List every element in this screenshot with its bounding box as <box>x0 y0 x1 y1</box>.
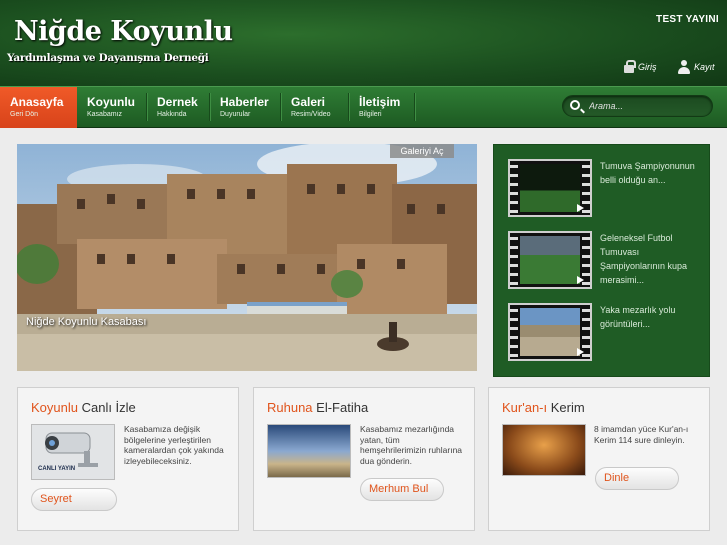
box-title-rest: Canlı İzle <box>77 400 136 415</box>
nav-label: Haberler <box>220 95 269 109</box>
login-label: Giriş <box>638 61 657 72</box>
quran-image <box>502 424 586 476</box>
nav-label: Anasayfa <box>10 95 64 109</box>
nav-sublabel: Kasabamız <box>87 111 123 118</box>
register-label: Kayıt <box>694 62 715 72</box>
nav-sublabel: Duyurular <box>220 111 251 118</box>
video-item[interactable]: Tumuva Şampiyonunun belli olduğu an... <box>508 159 698 219</box>
video-thumbnail <box>508 159 592 217</box>
nav-sublabel: Bilgileri <box>359 111 382 118</box>
test-broadcast-label: TEST YAYINI <box>656 14 719 25</box>
prayer-image <box>267 424 351 478</box>
nav-item-galeri[interactable]: Galeri Resim/Video <box>281 87 349 128</box>
open-gallery-button[interactable]: Galeriyi Aç <box>390 144 454 158</box>
box-description: Kasabamıza değişik bölgelerine yerleştir… <box>124 424 224 466</box>
play-icon <box>577 276 584 284</box>
nav-divider <box>414 93 415 121</box>
nav-item-anasayfa[interactable]: Anasayfa Geri Dön <box>0 87 77 128</box>
hero-caption: Niğde Koyunlu Kasabası <box>26 316 147 328</box>
nav-label: Koyunlu <box>87 95 135 109</box>
nav-item-haberler[interactable]: Haberler Duyurular <box>210 87 281 128</box>
box-title-accent: Kur'an-ı <box>502 400 548 415</box>
nav-item-dernek[interactable]: Dernek Hakkında <box>147 87 210 128</box>
nav-label: Dernek <box>157 95 198 109</box>
video-title: Yaka mezarlık yolu görüntüleri... <box>600 305 676 329</box>
hero-image <box>17 144 477 371</box>
play-icon <box>577 204 584 212</box>
find-deceased-button[interactable]: Merhum Bul <box>360 478 444 501</box>
nav-sublabel: Hakkında <box>157 111 187 118</box>
video-item[interactable]: Yaka mezarlık yolu görüntüleri... <box>508 303 698 363</box>
listen-button[interactable]: Dinle <box>595 467 679 490</box>
video-thumbnail <box>508 231 592 289</box>
site-header: Niğde Koyunlu Yardımlaşma ve Dayanışma D… <box>0 0 727 86</box>
camera-image: CANLI YAYIN <box>31 424 115 480</box>
nav-label: Galeri <box>291 95 326 109</box>
nav-sublabel: Geri Dön <box>10 111 39 118</box>
box-title-rest: El-Fatiha <box>312 400 369 415</box>
box-description: Kasabamız mezarlığında yatan, tüm hemşeh… <box>360 424 463 466</box>
quran-box: Kur'an-ı Kerim 8 imamdan yüce Kur'an-ı K… <box>488 387 710 531</box>
login-link[interactable]: Giriş <box>624 60 657 73</box>
play-icon <box>577 348 584 356</box>
box-description: 8 imamdan yüce Kur'an-ı Kerim 114 sure d… <box>594 424 689 445</box>
lock-icon <box>624 60 636 73</box>
video-item[interactable]: Geleneksel Futbol Tumuvası Şampiyonların… <box>508 231 698 291</box>
nav-item-koyunlu[interactable]: Koyunlu Kasabamız <box>77 87 147 128</box>
nav-item-iletisim[interactable]: İletişim Bilgileri <box>349 87 415 128</box>
site-subtitle: Yardımlaşma ve Dayanışma Derneği <box>7 52 209 64</box>
search-icon[interactable] <box>570 100 580 110</box>
nav-label: İletişim <box>359 95 401 109</box>
box-title: Ruhuna El-Fatiha <box>267 400 368 415</box>
watch-button[interactable]: Seyret <box>31 488 117 511</box>
box-title: Kur'an-ı Kerim <box>502 400 585 415</box>
fatiha-box: Ruhuna El-Fatiha Kasabamız mezarlığında … <box>253 387 475 531</box>
hero-slideshow[interactable] <box>17 144 477 371</box>
video-title: Tumuva Şampiyonunun belli olduğu an... <box>600 161 695 185</box>
box-title-accent: Koyunlu <box>31 400 78 415</box>
live-broadcast-label: CANLI YAYIN <box>38 466 76 472</box>
site-title[interactable]: Niğde Koyunlu <box>14 16 233 47</box>
search-box <box>562 95 713 117</box>
live-camera-box: Koyunlu Canlı İzle CANLI YAYIN Kasabamız… <box>17 387 239 531</box>
nav-sublabel: Resim/Video <box>291 111 331 118</box>
search-input[interactable] <box>589 98 709 114</box>
video-panel: Tumuva Şampiyonunun belli olduğu an... G… <box>493 144 710 377</box>
video-thumbnail <box>508 303 592 361</box>
box-title-rest: Kerim <box>547 400 585 415</box>
register-link[interactable]: Kayıt <box>678 60 715 74</box>
box-title-accent: Ruhuna <box>267 400 313 415</box>
user-icon <box>678 60 690 74</box>
box-title: Koyunlu Canlı İzle <box>31 400 136 415</box>
video-title: Geleneksel Futbol Tumuvası Şampiyonların… <box>600 233 688 285</box>
